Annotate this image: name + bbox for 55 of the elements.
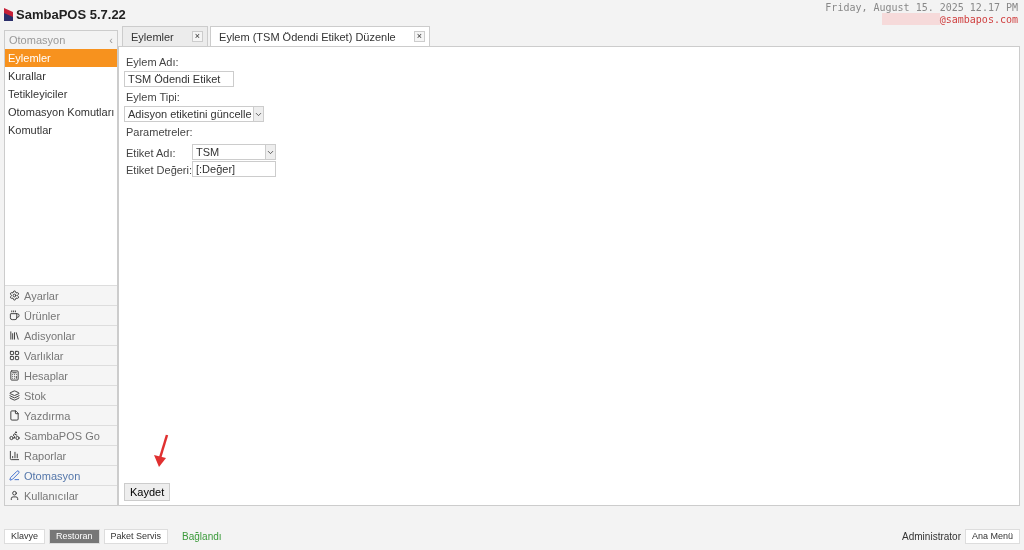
close-button[interactable]: × (191, 31, 204, 42)
tab-label: Eylem (TSM Ödendi Etiket) Düzenle (219, 30, 396, 43)
document-icon (9, 410, 20, 421)
arrow-annotation (154, 434, 169, 467)
tab[interactable]: Eylem (TSM Ödendi Etiket) Düzenle × (210, 26, 430, 46)
logo-icon (4, 7, 13, 21)
module-button[interactable]: Adisyonlar (5, 325, 117, 345)
module-button[interactable]: Hesaplar (5, 365, 117, 385)
module-button[interactable]: Otomasyon (5, 465, 117, 485)
field-label: Etiket Adı: (125, 146, 177, 159)
sidebar-item[interactable]: Otomasyon Komutları (5, 103, 117, 121)
gear-icon (9, 290, 20, 301)
module-button[interactable]: Ürünler (5, 305, 117, 325)
bar-chart-icon (9, 450, 20, 461)
cup-icon (9, 310, 20, 321)
redaction-mark (881, 13, 940, 25)
module-button[interactable]: Ayarlar (5, 285, 117, 305)
value-field[interactable]: [:Değer] (192, 161, 276, 177)
connection-status: Bağlandı (182, 530, 222, 542)
pen-icon (9, 470, 20, 481)
module-button[interactable]: Kullanıcılar (5, 485, 117, 505)
user-name: Administrator (902, 530, 961, 542)
mode-button[interactable]: Paket Servis (103, 528, 169, 544)
module-button[interactable]: Yazdırma (5, 405, 117, 425)
field-label: Etiket Değeri: (125, 163, 192, 176)
user-icon (9, 490, 20, 501)
module-button[interactable]: Varlıklar (5, 345, 117, 365)
mode-button[interactable]: Restoran (49, 528, 100, 544)
date-time: Friday, August 15. 2025 12.17 PM (825, 2, 1018, 13)
sidebar-item[interactable]: Komutlar (5, 121, 117, 139)
field-label: Parametreler: (125, 125, 194, 140)
main-menu-button[interactable]: Ana Menü (964, 528, 1020, 544)
type-dropdown[interactable]: Adisyon etiketini güncelle (124, 106, 264, 122)
tab[interactable]: Eylemler × (122, 26, 209, 46)
app-title: SambaPOS 5.7.22 (16, 6, 126, 22)
module-button[interactable]: SambaPOS Go (5, 425, 117, 445)
grid-icon (9, 350, 20, 361)
stack-icon (9, 390, 20, 401)
save-button[interactable]: Kaydet (124, 483, 171, 501)
section-title: Otomasyon (9, 34, 66, 46)
books-icon (9, 330, 20, 341)
module-button[interactable]: Raporlar (5, 445, 117, 465)
tab-label: Eylemler (131, 30, 174, 43)
module-button[interactable]: Stok (5, 385, 117, 405)
tag-dropdown[interactable]: TSM (192, 144, 276, 160)
user-email: @sambapos.com (939, 13, 1018, 25)
calculator-icon (9, 370, 20, 381)
sidebar-item[interactable]: Kurallar (5, 67, 117, 85)
mode-button[interactable]: Klavye (4, 528, 45, 544)
field-label: Eylem Tipi: (125, 90, 181, 105)
name-field[interactable]: TSM Ödendi Etiket (124, 71, 234, 87)
bike-icon (9, 430, 20, 441)
sidebar-item[interactable]: Tetikleyiciler (5, 85, 117, 103)
close-button[interactable]: × (413, 31, 425, 42)
field-label: Eylem Adı: (125, 55, 180, 70)
